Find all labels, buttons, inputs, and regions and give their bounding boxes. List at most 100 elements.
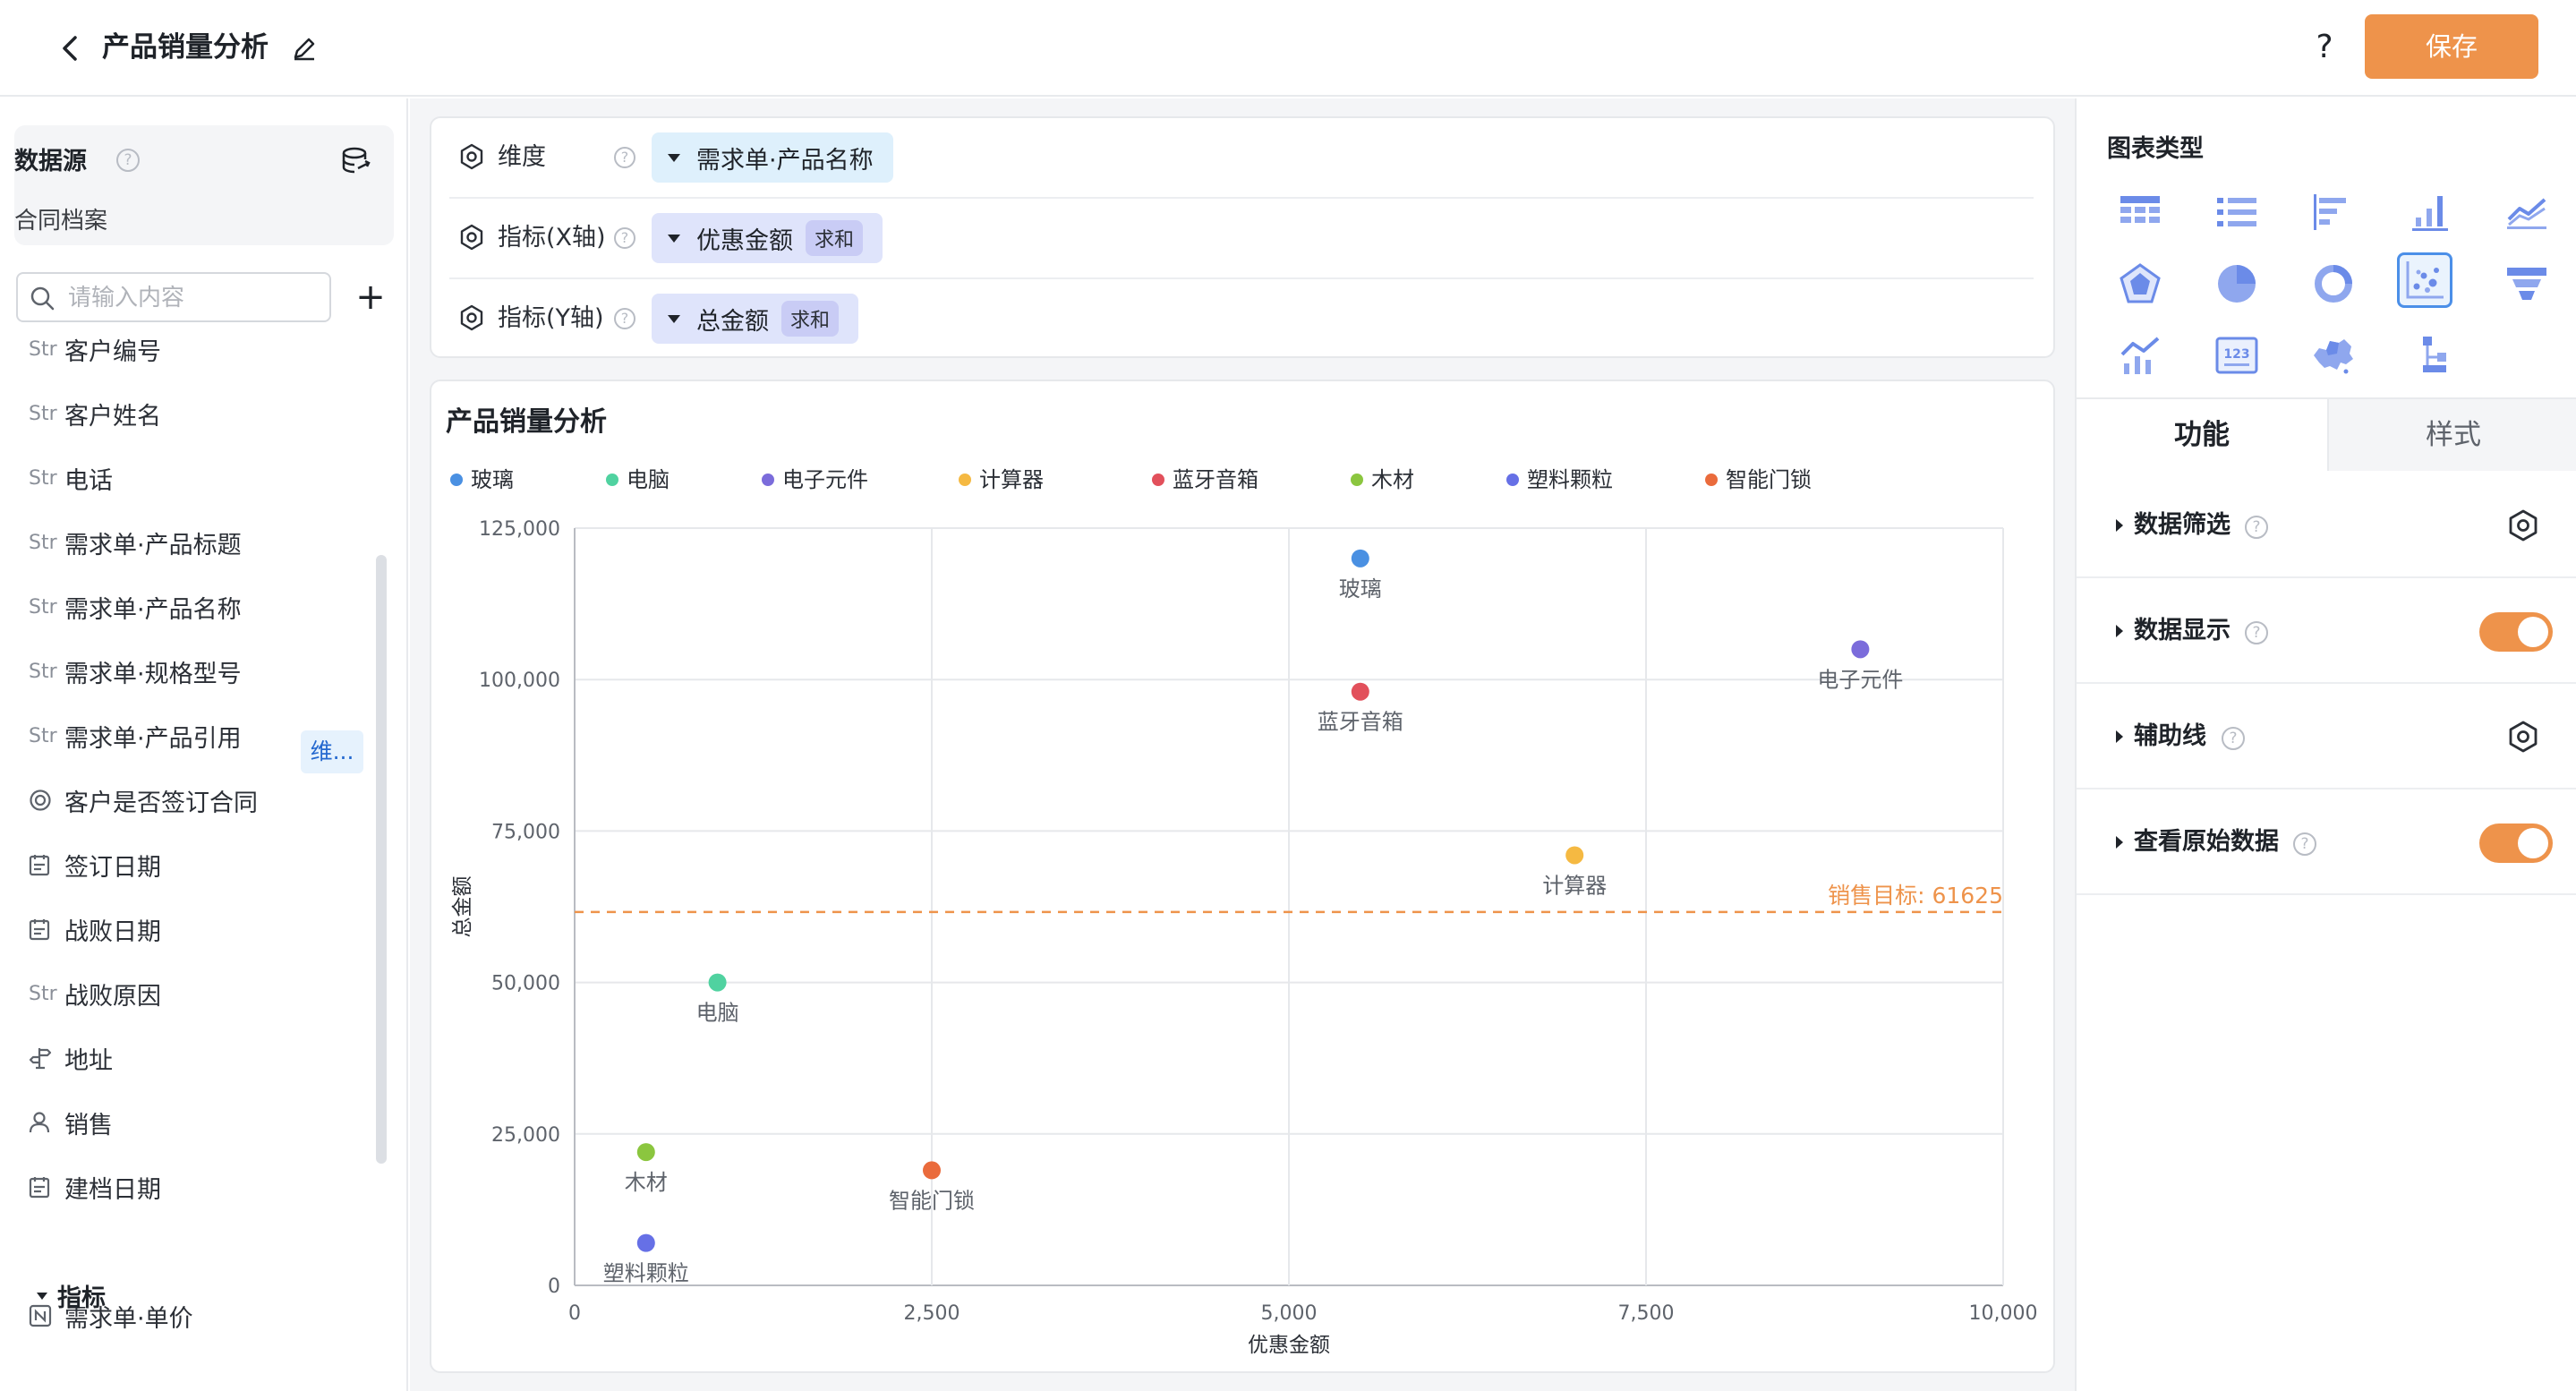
help-icon[interactable]: ?	[2293, 832, 2316, 856]
field-label: 需求单·产品引用	[64, 724, 242, 753]
list-chart-icon[interactable]	[2209, 184, 2265, 240]
field-list: ▭ Str 客户编号 Str 客户姓名 Str 电话 Str 需求单·产品标题 …	[0, 333, 376, 1391]
field-item[interactable]: 地址	[29, 1038, 113, 1078]
page-title: 产品销量分析	[102, 31, 269, 64]
scatter-point	[923, 1161, 941, 1180]
tree-chart-icon[interactable]	[2402, 328, 2458, 383]
table-chart-icon[interactable]	[2112, 184, 2168, 240]
save-button[interactable]: 保存	[2365, 14, 2538, 79]
x-metric-row: 指标(X轴) ? 优惠金额 求和	[449, 199, 2034, 279]
field-item[interactable]: 签订日期	[29, 845, 161, 884]
field-item[interactable]: Str 战败原因	[29, 974, 161, 1013]
tab-function[interactable]: 功能	[2077, 399, 2327, 471]
field-label: 需求单·产品名称	[64, 595, 242, 624]
field-item[interactable]: Str 需求单·产品标题	[29, 523, 242, 562]
settings-panel: 图表类型 123 功能 样式 数据筛选 ? 数据显示 ? 辅助线 ? 查看原始数…	[2075, 98, 2576, 1391]
x-metric-settings-icon[interactable]	[458, 224, 485, 251]
field-dimension-tag[interactable]: 维...	[301, 730, 363, 773]
dimension-settings-icon[interactable]	[458, 143, 485, 170]
field-item[interactable]: Str 电话	[29, 458, 113, 498]
field-label: 电话	[64, 466, 113, 495]
bar-chart-icon[interactable]	[2402, 184, 2458, 240]
field-search-box[interactable]	[16, 272, 331, 322]
y-tick-label: 0	[548, 1276, 560, 1298]
help-icon[interactable]: ?	[2222, 727, 2245, 750]
dimension-help-icon[interactable]: ?	[614, 147, 635, 168]
y-metric-pill[interactable]: 总金额 求和	[652, 294, 859, 344]
function-row-data-display[interactable]: 数据显示 ?	[2077, 578, 2576, 684]
field-label: 地址	[64, 1046, 113, 1075]
field-item[interactable]: 客户是否签订合同	[29, 781, 258, 820]
field-label: 战败原因	[64, 982, 161, 1011]
settings-gear-icon[interactable]	[2506, 508, 2540, 542]
function-label: 数据显示	[2134, 617, 2231, 644]
field-label: 签订日期	[64, 853, 161, 882]
funnel-chart-icon[interactable]	[2499, 256, 2555, 311]
function-row-data-filter[interactable]: 数据筛选 ?	[2077, 473, 2576, 578]
combo-chart-icon[interactable]	[2112, 328, 2168, 383]
line-chart-icon[interactable]	[2499, 184, 2555, 240]
legend-marker	[762, 474, 774, 486]
pie-chart-icon[interactable]	[2209, 256, 2265, 311]
field-item[interactable]: Str 需求单·规格型号	[29, 652, 242, 691]
legend-marker	[1705, 474, 1718, 486]
field-item[interactable]: Str 需求单·产品引用	[29, 716, 242, 755]
function-row-view-raw-data[interactable]: 查看原始数据 ?	[2077, 789, 2576, 895]
svg-text:123: 123	[2223, 347, 2249, 362]
metrics-section-toggle[interactable]: 指标	[36, 1278, 106, 1313]
add-field-button[interactable]: +	[351, 274, 390, 320]
function-row-auxiliary-line[interactable]: 辅助线 ?	[2077, 684, 2576, 789]
field-type-str: Str	[29, 982, 57, 1005]
dimension-row: 维度 ? 需求单·产品名称	[449, 118, 2034, 199]
donut-chart-icon[interactable]	[2306, 256, 2361, 311]
field-item[interactable]: 销售	[29, 1103, 113, 1142]
point-label: 蓝牙音箱	[1318, 710, 1403, 735]
dimension-pill[interactable]: 需求单·产品名称	[652, 132, 893, 183]
field-type-str: Str	[29, 660, 57, 683]
y-tick-label: 75,000	[491, 821, 560, 843]
x-metric-pill[interactable]: 优惠金额 求和	[652, 213, 883, 263]
y-metric-aggregation[interactable]: 求和	[781, 301, 840, 337]
caret-down-icon	[668, 234, 680, 243]
y-tick-label: 100,000	[479, 670, 560, 692]
edit-title-icon[interactable]	[288, 32, 320, 64]
radar-chart-icon[interactable]	[2112, 256, 2168, 311]
y-metric-settings-icon[interactable]	[458, 304, 485, 331]
legend-marker	[959, 474, 971, 486]
x-metric-aggregation[interactable]: 求和	[806, 220, 864, 256]
raw-data-toggle[interactable]	[2479, 824, 2553, 863]
map-chart-icon[interactable]	[2306, 328, 2361, 383]
field-item[interactable]: 战败日期	[29, 909, 161, 949]
caret-down-icon	[37, 1292, 47, 1300]
field-item[interactable]: Str 需求单·产品名称	[29, 587, 242, 627]
x-metric-label: 指标(X轴)	[498, 224, 606, 252]
kpi-number-chart-icon[interactable]: 123	[2209, 328, 2265, 383]
data-display-toggle[interactable]	[2479, 612, 2553, 652]
horizontal-bar-chart-icon[interactable]	[2306, 184, 2361, 240]
field-item[interactable]: 建档日期	[29, 1167, 161, 1207]
x-tick-label: 10,000	[1969, 1302, 2038, 1325]
address-field-icon	[29, 1046, 64, 1070]
field-search-input[interactable]	[68, 281, 319, 315]
help-button[interactable]: ?	[2302, 25, 2347, 70]
datasource-help-icon[interactable]: ?	[116, 149, 140, 172]
back-arrow-icon[interactable]	[50, 29, 90, 68]
scatter-point	[708, 973, 727, 992]
y-metric-help-icon[interactable]: ?	[614, 308, 635, 329]
database-switch-icon[interactable]	[340, 145, 372, 177]
field-type-str: Str	[29, 337, 57, 361]
legend-label: 计算器	[979, 467, 1044, 492]
legend-label: 塑料颗粒	[1527, 467, 1613, 492]
field-list-scrollbar[interactable]	[376, 555, 387, 1164]
help-icon[interactable]: ?	[2245, 621, 2268, 644]
help-icon[interactable]: ?	[2245, 516, 2268, 539]
y-tick-label: 125,000	[479, 518, 560, 541]
scatter-chart-type-icon[interactable]	[2397, 252, 2452, 308]
scatter-point	[636, 1233, 655, 1252]
x-metric-help-icon[interactable]: ?	[614, 227, 635, 249]
field-item[interactable]: Str 客户编号	[29, 333, 161, 369]
chart-card: 产品销量分析 玻璃 电脑 电子元件 计算器 蓝牙音箱 木材 塑料颗粒 智能门锁 0 25,000 5…	[430, 380, 2055, 1373]
tab-style[interactable]: 样式	[2327, 399, 2576, 471]
settings-gear-icon[interactable]	[2506, 720, 2540, 754]
field-item[interactable]: Str 客户姓名	[29, 394, 161, 433]
